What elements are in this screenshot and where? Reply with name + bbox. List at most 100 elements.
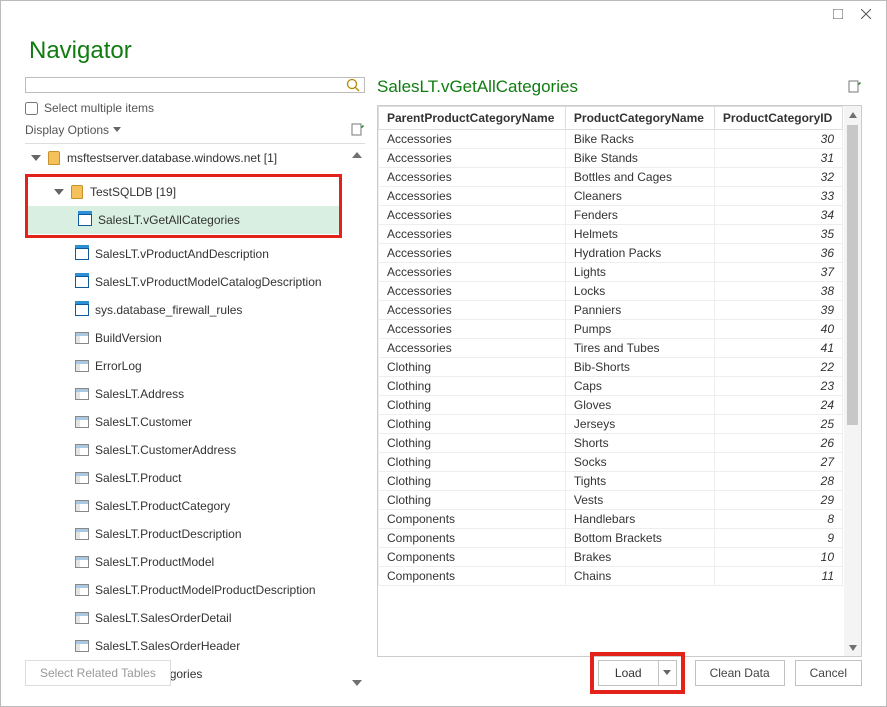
tree-leaf[interactable]: BuildVersion: [25, 324, 342, 352]
table-row[interactable]: ClothingCaps23: [379, 377, 843, 396]
table-row[interactable]: ComponentsHandlebars8: [379, 510, 843, 529]
tree-server-label: msftestserver.database.windows.net [1]: [67, 151, 277, 165]
table-row[interactable]: AccessoriesBike Racks30: [379, 130, 843, 149]
search-box[interactable]: [25, 77, 365, 93]
table-cell: Components: [379, 548, 566, 567]
table-row[interactable]: AccessoriesTires and Tubes41: [379, 339, 843, 358]
tree-server-node[interactable]: msftestserver.database.windows.net [1]: [25, 144, 342, 172]
select-related-tables-button[interactable]: Select Related Tables: [25, 660, 171, 686]
table-cell: 40: [714, 320, 842, 339]
column-header[interactable]: ParentProductCategoryName: [379, 107, 566, 130]
left-panel: Select multiple items Display Options ms…: [25, 77, 365, 657]
refresh-button[interactable]: [351, 123, 365, 137]
table-row[interactable]: AccessoriesPumps40: [379, 320, 843, 339]
titlebar: [1, 1, 886, 27]
preview-scrollbar[interactable]: [844, 106, 861, 656]
table-icon: [75, 527, 89, 541]
tree-leaf[interactable]: SalesLT.vGetAllCategories: [28, 206, 339, 234]
table-row[interactable]: AccessoriesPanniers39: [379, 301, 843, 320]
load-button[interactable]: Load: [598, 660, 659, 686]
scroll-up-button[interactable]: [844, 106, 861, 123]
table-row[interactable]: ClothingBib-Shorts22: [379, 358, 843, 377]
tree-db-node[interactable]: TestSQLDB [19]: [28, 178, 339, 206]
table-cell: Handlebars: [565, 510, 714, 529]
table-cell: 30: [714, 130, 842, 149]
table-row[interactable]: AccessoriesLocks38: [379, 282, 843, 301]
table-icon: [75, 611, 89, 625]
scrollbar-thumb[interactable]: [847, 125, 858, 425]
select-multiple-label: Select multiple items: [44, 101, 154, 115]
preview-header: SalesLT.vGetAllCategories: [365, 77, 862, 105]
table-row[interactable]: AccessoriesBike Stands31: [379, 149, 843, 168]
table-row[interactable]: ClothingJerseys25: [379, 415, 843, 434]
dialog-title: Navigator: [1, 27, 886, 77]
tree-leaf[interactable]: ErrorLog: [25, 352, 342, 380]
table-cell: 32: [714, 168, 842, 187]
tree-leaf[interactable]: SalesLT.Customer: [25, 408, 342, 436]
cancel-button[interactable]: Cancel: [795, 660, 862, 686]
table-row[interactable]: ComponentsChains11: [379, 567, 843, 586]
table-row[interactable]: AccessoriesHydration Packs36: [379, 244, 843, 263]
highlight-box-load: Load: [590, 652, 685, 694]
table-row[interactable]: ClothingGloves24: [379, 396, 843, 415]
table-cell: Shorts: [565, 434, 714, 453]
load-dropdown-button[interactable]: [659, 660, 677, 686]
table-row[interactable]: AccessoriesBottles and Cages32: [379, 168, 843, 187]
table-cell: Bottom Brackets: [565, 529, 714, 548]
table-cell: Clothing: [379, 472, 566, 491]
table-cell: 11: [714, 567, 842, 586]
table-cell: Socks: [565, 453, 714, 472]
table-row[interactable]: ClothingSocks27: [379, 453, 843, 472]
table-cell: 29: [714, 491, 842, 510]
preview-refresh-button[interactable]: [848, 80, 862, 94]
table-row[interactable]: ClothingVests29: [379, 491, 843, 510]
display-options-dropdown[interactable]: Display Options: [25, 123, 121, 137]
table-row[interactable]: ComponentsBrakes10: [379, 548, 843, 567]
database-server-icon: [47, 151, 61, 165]
table-cell: Lights: [565, 263, 714, 282]
table-row[interactable]: ClothingShorts26: [379, 434, 843, 453]
load-label: Load: [615, 666, 642, 680]
maximize-button[interactable]: [826, 4, 850, 24]
select-multiple-row[interactable]: Select multiple items: [25, 93, 365, 123]
table-cell: Accessories: [379, 301, 566, 320]
tree-leaf[interactable]: SalesLT.ProductModelProductDescription: [25, 576, 342, 604]
tree-leaf[interactable]: SalesLT.ProductModel: [25, 548, 342, 576]
tree-leaf-label: SalesLT.Product: [95, 471, 182, 485]
select-multiple-checkbox[interactable]: [25, 102, 38, 115]
chevron-up-icon: [351, 150, 363, 160]
table-cell: Accessories: [379, 225, 566, 244]
table-cell: Vests: [565, 491, 714, 510]
column-header[interactable]: ProductCategoryID: [714, 107, 842, 130]
tree-leaf[interactable]: SalesLT.Product: [25, 464, 342, 492]
table-icon: [75, 331, 89, 345]
tree-leaf[interactable]: SalesLT.vProductModelCatalogDescription: [25, 268, 342, 296]
close-icon: [861, 9, 871, 19]
table-row[interactable]: ComponentsBottom Brackets9: [379, 529, 843, 548]
table-row[interactable]: AccessoriesLights37: [379, 263, 843, 282]
tree-leaf[interactable]: sys.database_firewall_rules: [25, 296, 342, 324]
column-header[interactable]: ProductCategoryName: [565, 107, 714, 130]
tree-leaf[interactable]: SalesLT.ProductDescription: [25, 520, 342, 548]
chevron-down-icon: [113, 127, 121, 133]
highlight-box-tree: TestSQLDB [19] SalesLT.vGetAllCategories: [25, 174, 342, 238]
tree-leaf[interactable]: SalesLT.Address: [25, 380, 342, 408]
table-row[interactable]: AccessoriesCleaners33: [379, 187, 843, 206]
close-button[interactable]: [854, 4, 878, 24]
tree-leaf-label: SalesLT.Customer: [95, 415, 192, 429]
search-input[interactable]: [30, 78, 346, 92]
tree-leaf[interactable]: SalesLT.vProductAndDescription: [25, 240, 342, 268]
right-panel: SalesLT.vGetAllCategories ParentProductC…: [365, 77, 862, 657]
clean-data-button[interactable]: Clean Data: [695, 660, 785, 686]
table-row[interactable]: ClothingTights28: [379, 472, 843, 491]
tree-leaf[interactable]: SalesLT.ProductCategory: [25, 492, 342, 520]
tree-scrollbar[interactable]: [349, 150, 365, 688]
table-row[interactable]: AccessoriesFenders34: [379, 206, 843, 225]
cancel-label: Cancel: [810, 666, 847, 680]
tree-inner: msftestserver.database.windows.net [1] T…: [25, 144, 342, 688]
table-row[interactable]: AccessoriesHelmets35: [379, 225, 843, 244]
tree-leaf[interactable]: SalesLT.SalesOrderDetail: [25, 604, 342, 632]
table-cell: Components: [379, 567, 566, 586]
table-cell: 23: [714, 377, 842, 396]
tree-leaf[interactable]: SalesLT.CustomerAddress: [25, 436, 342, 464]
